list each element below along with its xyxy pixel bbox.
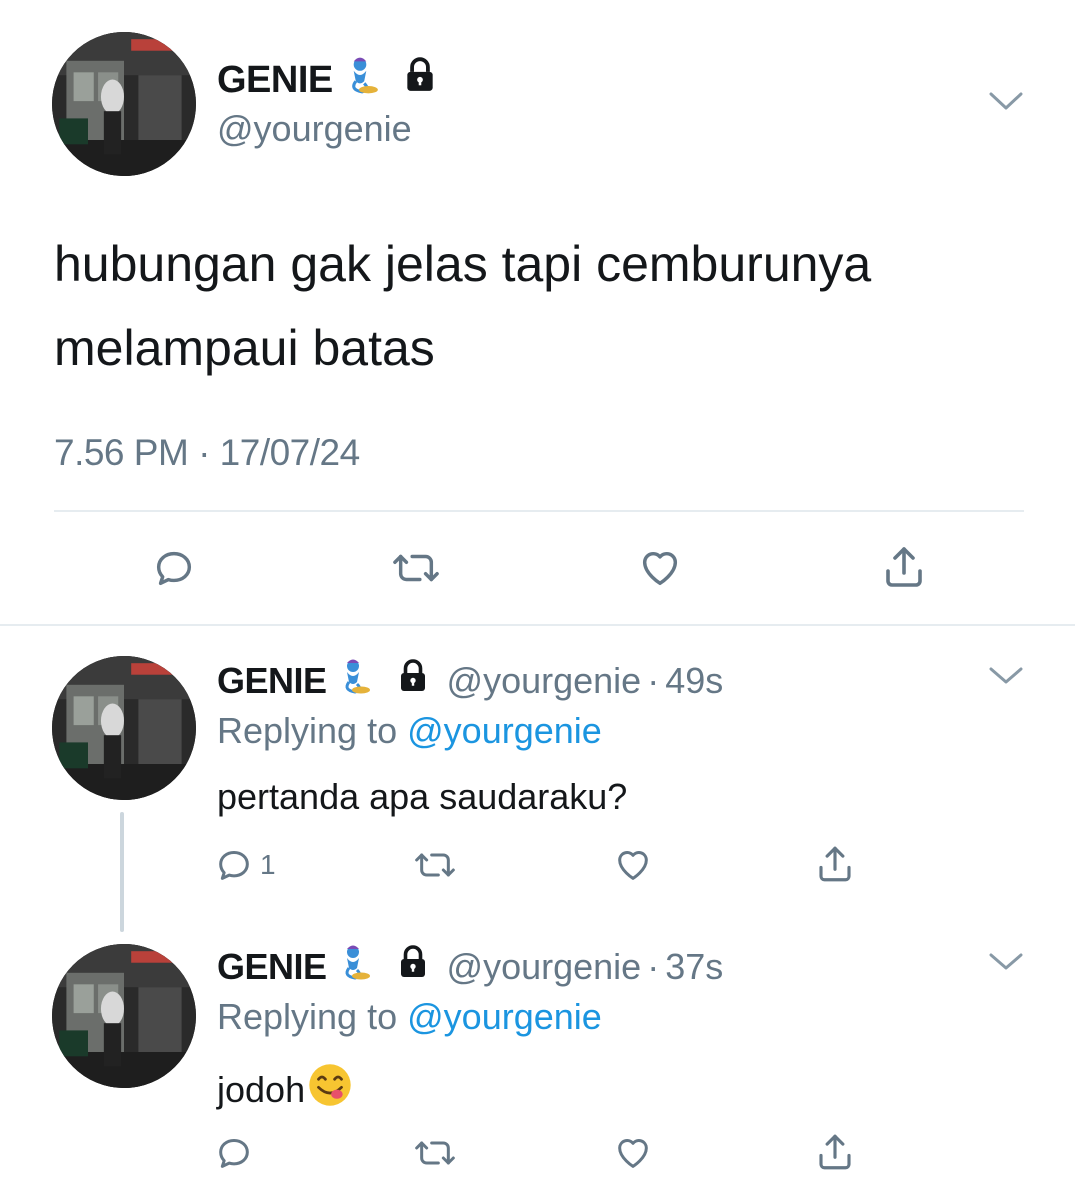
reply-count: 1 xyxy=(260,849,276,880)
share-button[interactable] xyxy=(814,1128,856,1176)
genie-icon xyxy=(339,54,381,106)
main-author-name-row[interactable]: GENIE xyxy=(217,54,439,106)
like-icon xyxy=(618,851,648,880)
reply-avatar[interactable] xyxy=(52,656,196,800)
reply-author-display-name[interactable]: GENIE xyxy=(217,660,327,702)
retweet-icon xyxy=(393,554,439,582)
reply-icon xyxy=(219,851,249,880)
reply-text: pertanda apa saudaraku? xyxy=(217,776,627,818)
replying-to-line: Replying to @yourgenie xyxy=(217,710,602,752)
replying-to-link[interactable]: @yourgenie xyxy=(407,996,602,1037)
reply-age[interactable]: 37s xyxy=(665,946,723,988)
author-display-name[interactable]: GENIE xyxy=(217,59,333,102)
reply-button[interactable]: 1 xyxy=(214,842,276,888)
like-button[interactable] xyxy=(612,842,654,888)
main-chevron-down-icon[interactable] xyxy=(988,88,1024,114)
tweet-text: hubungan gak jelas tapi cemburunya melam… xyxy=(54,236,872,376)
reply-age[interactable]: 49s xyxy=(665,660,723,702)
share-icon xyxy=(886,547,922,587)
reply-icon xyxy=(219,1139,249,1168)
main-avatar[interactable] xyxy=(52,32,196,176)
reply-author-handle[interactable]: @yourgenie xyxy=(447,946,642,988)
replying-to-label: Replying to xyxy=(217,996,398,1037)
reply-author-name-row[interactable]: GENIE @yourgenie · 37s xyxy=(217,942,723,991)
reply-chevron-down-icon[interactable] xyxy=(988,664,1024,688)
reply-author-display-name[interactable]: GENIE xyxy=(217,946,327,988)
tweet-timestamp[interactable]: 7.56 PM · 17/07/24 xyxy=(54,432,360,474)
thread-line xyxy=(120,812,124,932)
like-icon xyxy=(618,1139,648,1168)
retweet-icon xyxy=(415,853,455,877)
divider xyxy=(0,624,1075,626)
share-icon xyxy=(819,846,851,882)
divider xyxy=(54,510,1024,512)
retweet-button[interactable] xyxy=(412,1130,458,1176)
reply-button[interactable] xyxy=(146,542,202,594)
like-icon xyxy=(642,551,678,586)
reply-button[interactable] xyxy=(214,1130,254,1176)
reply-text-content: pertanda apa saudaraku? xyxy=(217,776,628,817)
replying-to-link[interactable]: @yourgenie xyxy=(407,710,602,751)
retweet-button[interactable] xyxy=(412,842,458,888)
like-button[interactable] xyxy=(632,542,688,594)
lock-icon xyxy=(395,658,431,703)
reply-text: jodoh xyxy=(217,1062,353,1117)
share-button[interactable] xyxy=(876,540,932,594)
meta-separator: · xyxy=(647,945,660,987)
genie-icon xyxy=(333,656,373,705)
replying-to-label: Replying to xyxy=(217,710,398,751)
author-handle[interactable]: @yourgenie xyxy=(217,108,412,150)
reply-avatar[interactable] xyxy=(52,944,196,1088)
reply-chevron-down-icon[interactable] xyxy=(988,950,1024,974)
yum-face-emoji xyxy=(307,1062,353,1117)
share-icon xyxy=(819,1134,851,1170)
reply-icon xyxy=(156,551,192,586)
meta-separator: · xyxy=(647,659,660,701)
like-button[interactable] xyxy=(612,1130,654,1176)
lock-icon xyxy=(395,944,431,989)
replying-to-line: Replying to @yourgenie xyxy=(217,996,602,1038)
reply-author-name-row[interactable]: GENIE @yourgenie · 49s xyxy=(217,656,723,705)
retweet-button[interactable] xyxy=(388,542,444,594)
reply-author-handle[interactable]: @yourgenie xyxy=(447,660,642,702)
retweet-icon xyxy=(415,1141,455,1165)
share-button[interactable] xyxy=(814,840,856,888)
reply-text-content: jodoh xyxy=(217,1068,306,1110)
lock-icon xyxy=(401,56,439,104)
genie-icon xyxy=(333,942,373,991)
